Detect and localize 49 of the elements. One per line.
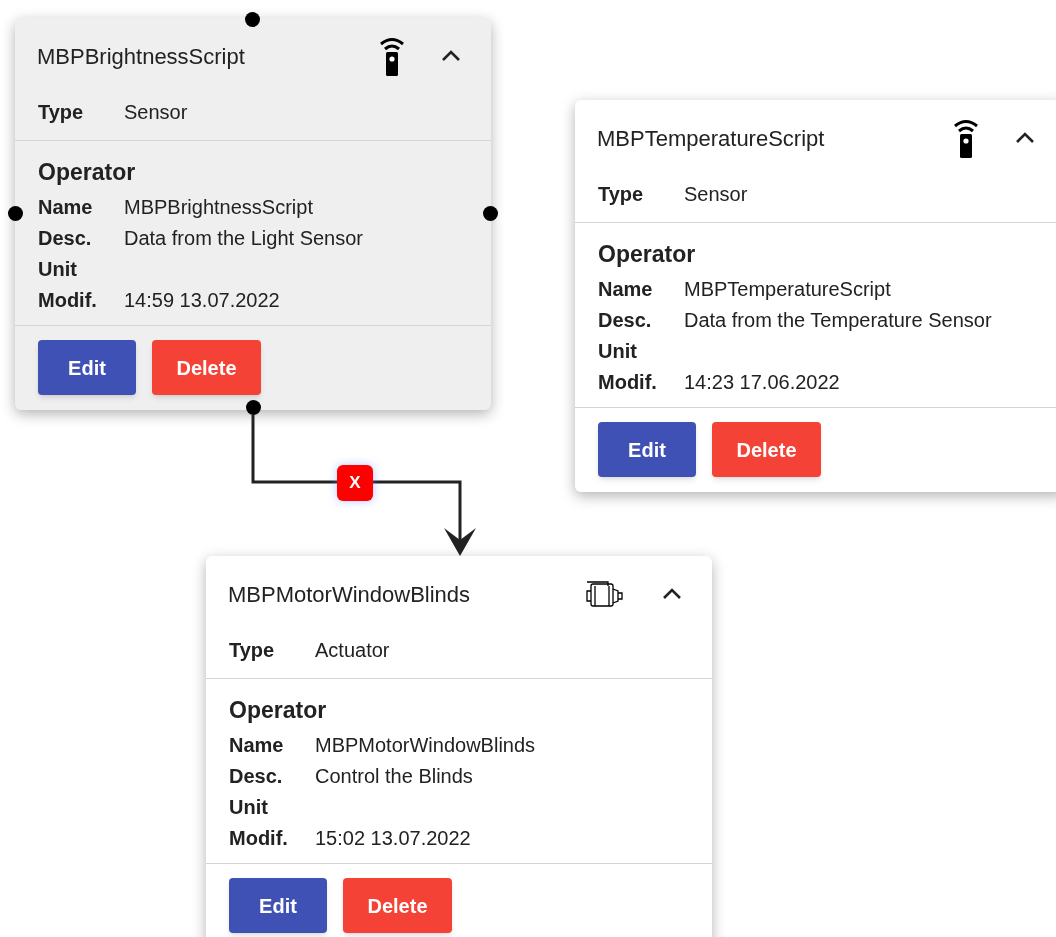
node-card[interactable]: MBPMotorWindowBlinds Type Actuator Operator Name MBPMotorWindowBlinds Desc. Control the Blinds Unit Modif. 15:02 13.07.2022 Edit Delete [206,556,712,937]
node-card[interactable]: MBPTemperatureScript Type Sensor Operator Name MBPTemperatureScript Desc. Data from the Temperature Sensor Unit Modif. 14:23 17.06.2022 Edit Delete [575,100,1056,492]
remote-signal-icon [953,118,979,158]
collapse-chevron-icon[interactable] [1015,132,1035,144]
field-label: Type [598,182,644,207]
section-heading: Operator [38,158,137,187]
field-value: 14:59 13.07.2022 [124,287,280,313]
node-title: MBPMotorWindowBlinds [228,580,472,609]
field-value: 14:23 17.06.2022 [684,369,840,395]
field-value: 15:02 13.07.2022 [315,825,471,851]
delete-button[interactable]: Delete [152,340,261,395]
field-label: Type [229,638,275,663]
motor-icon [586,579,626,609]
field-label: Unit [598,338,638,364]
field-value: MBPBrightnessScript [124,194,313,220]
field-value: Actuator [315,638,390,663]
field-value: MBPTemperatureScript [684,276,891,302]
section-heading: Operator [598,240,697,269]
field-label: Type [38,100,84,125]
delete-edge-button[interactable]: X [337,465,373,501]
node-card[interactable]: MBPBrightnessScript Type Sensor Operator Name MBPBrightnessScript Desc. Data from the Light Sensor Unit Modif. 14:59 13.07.2022 Edit Delete [15,18,491,410]
node-title: MBPTemperatureScript [597,124,826,153]
field-value: Data from the Light Sensor [124,225,363,251]
edit-button[interactable]: Edit [38,340,136,395]
field-value: MBPMotorWindowBlinds [315,732,536,758]
field-label: Modif. [598,369,658,395]
field-label: Desc. [229,763,284,789]
field-value: Sensor [124,100,188,125]
collapse-chevron-icon[interactable] [662,588,682,600]
node-title: MBPBrightnessScript [37,42,246,71]
field-label: Name [598,276,654,302]
field-label: Modif. [38,287,98,313]
edit-button[interactable]: Edit [598,422,696,477]
field-label: Name [38,194,94,220]
field-label: Unit [38,256,78,282]
field-label: Unit [229,794,269,820]
section-heading: Operator [229,696,328,725]
field-label: Desc. [598,307,653,333]
collapse-chevron-icon[interactable] [441,50,461,62]
field-value: Data from the Temperature Sensor [684,307,992,333]
delete-button[interactable]: Delete [343,878,452,933]
edit-button[interactable]: Edit [229,878,327,933]
delete-button[interactable]: Delete [712,422,821,477]
field-label: Name [229,732,285,758]
field-label: Modif. [229,825,289,851]
field-label: Desc. [38,225,93,251]
field-value: Control the Blinds [315,763,473,789]
field-value: Sensor [684,182,748,207]
remote-signal-icon [379,36,405,76]
